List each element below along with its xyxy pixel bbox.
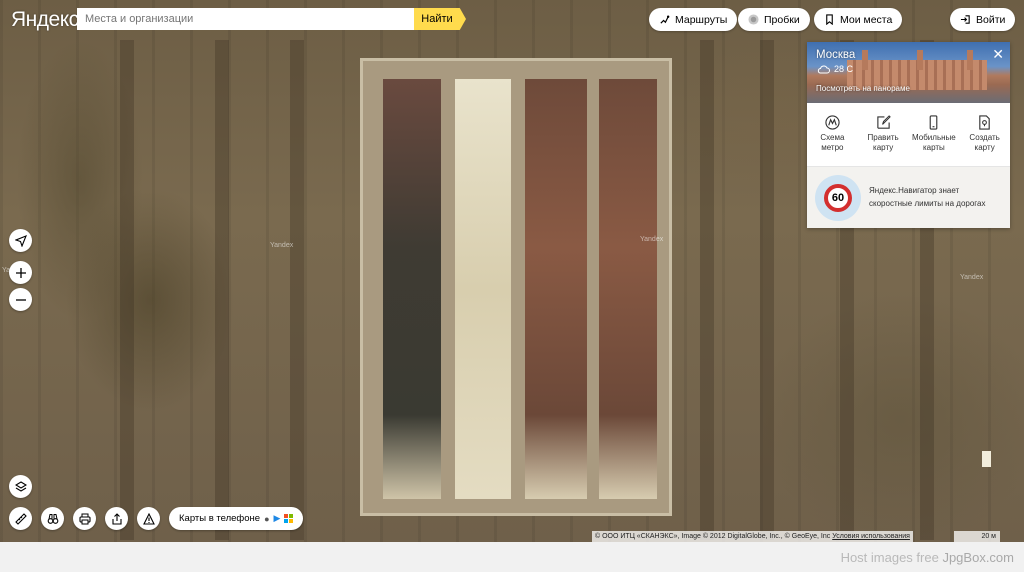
tile-edit-map[interactable]: Править карту bbox=[858, 103, 909, 166]
routes-label: Маршруты bbox=[675, 13, 728, 26]
warning-icon bbox=[142, 512, 155, 525]
share-button[interactable] bbox=[105, 507, 128, 530]
promo-line-1: Яндекс.Навигатор знает bbox=[869, 186, 960, 195]
close-icon[interactable]: ✕ bbox=[992, 46, 1004, 63]
panorama-button[interactable] bbox=[41, 507, 64, 530]
search-input[interactable] bbox=[77, 8, 415, 30]
speed-limit-icon: 60 bbox=[824, 184, 852, 212]
layers-button[interactable] bbox=[9, 475, 32, 498]
report-error-button[interactable] bbox=[137, 507, 160, 530]
metro-icon bbox=[825, 115, 840, 130]
edit-icon bbox=[876, 115, 891, 129]
layers-icon bbox=[14, 480, 27, 492]
print-icon bbox=[78, 513, 91, 524]
tile-metro[interactable]: Схема метро bbox=[807, 103, 858, 166]
map-watermark: Yandex bbox=[270, 242, 294, 249]
footer-bar: Host images free JpgBox.com bbox=[0, 542, 1024, 572]
tile-mobile-maps[interactable]: Мобильные карты bbox=[909, 103, 960, 166]
zoom-out-button[interactable] bbox=[9, 288, 32, 311]
yandex-logo[interactable]: Яндекс bbox=[11, 8, 79, 32]
ruler-button[interactable] bbox=[9, 507, 32, 530]
bookmark-icon bbox=[826, 14, 833, 25]
maps-in-phone-button[interactable]: Карты в телефоне ● ▶ bbox=[169, 507, 304, 530]
map-marker[interactable] bbox=[982, 451, 991, 467]
info-card: Москва 28 С Посмотреть на панораме ✕ Схе… bbox=[807, 42, 1010, 228]
map-copyright: © ООО ИТЦ «СКАНЭКС», Image © 2012 Digita… bbox=[592, 531, 913, 542]
compound-structure bbox=[360, 58, 672, 516]
create-map-icon bbox=[979, 115, 990, 130]
routes-button[interactable]: Маршруты bbox=[649, 8, 738, 31]
zoom-in-button[interactable] bbox=[9, 261, 32, 284]
apple-icon: ● bbox=[264, 513, 270, 524]
panorama-preview[interactable]: Москва 28 С Посмотреть на панораме ✕ bbox=[807, 42, 1010, 103]
maps-in-phone-label: Карты в телефоне bbox=[179, 513, 261, 524]
minus-icon bbox=[15, 298, 26, 301]
map-scale: 20 м bbox=[954, 531, 1000, 542]
traffic-label: Пробки bbox=[764, 13, 800, 26]
temperature: 28 С bbox=[834, 64, 854, 74]
mobile-icon bbox=[930, 115, 938, 130]
share-icon bbox=[111, 512, 122, 525]
my-places-button[interactable]: Мои места bbox=[814, 8, 903, 31]
search-button[interactable]: Найти bbox=[414, 8, 466, 30]
cloud-icon bbox=[817, 65, 830, 73]
map-watermark: Yandex bbox=[960, 274, 984, 281]
routes-icon bbox=[660, 15, 670, 24]
google-play-icon: ▶ bbox=[273, 513, 281, 523]
windows-icon bbox=[284, 514, 294, 523]
locate-button[interactable] bbox=[9, 229, 32, 252]
my-places-label: Мои места bbox=[840, 13, 893, 26]
binoculars-icon bbox=[47, 513, 58, 524]
traffic-button[interactable]: Пробки bbox=[738, 8, 810, 31]
login-button[interactable]: Войти bbox=[950, 8, 1016, 31]
panorama-link[interactable]: Посмотреть на панораме bbox=[816, 84, 910, 93]
login-label: Войти bbox=[976, 13, 1006, 26]
ruler-icon bbox=[14, 512, 27, 525]
weather: 28 С bbox=[817, 64, 853, 74]
city-name: Москва bbox=[816, 49, 856, 61]
host-credit[interactable]: Host images free JpgBox.com bbox=[841, 550, 1014, 565]
traffic-icon bbox=[748, 14, 759, 25]
plus-icon bbox=[15, 267, 26, 278]
navigator-promo[interactable]: 60 Яндекс.Навигатор знает скоростные лим… bbox=[807, 167, 1010, 228]
location-arrow-icon bbox=[14, 234, 27, 247]
terms-link[interactable]: Условия использования bbox=[832, 533, 910, 540]
map-watermark: Yandex bbox=[640, 236, 664, 243]
login-icon bbox=[960, 15, 970, 24]
tile-create-map[interactable]: Создать карту bbox=[959, 103, 1010, 166]
promo-line-2: скоростные лимиты на дорогах bbox=[869, 199, 986, 208]
print-button[interactable] bbox=[73, 507, 96, 530]
